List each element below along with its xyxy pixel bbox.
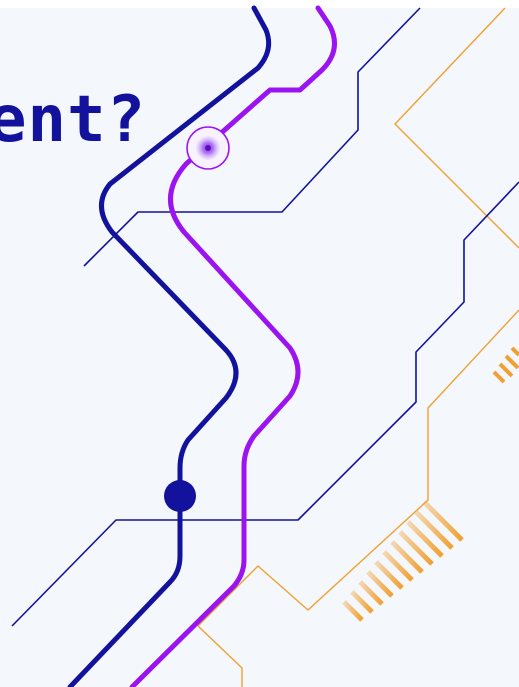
navy-trace-middle: [11, 181, 519, 627]
orange-hatch-marks-right: [492, 346, 519, 384]
hero-illustration: ent?: [0, 0, 519, 687]
purple-glow-node: [186, 126, 230, 170]
navy-trace-top: [83, 7, 421, 267]
orange-trace-upper: [394, 7, 519, 249]
navy-station-dot: [164, 480, 196, 512]
navy-traces: [11, 7, 519, 627]
purple-route-line: [129, 5, 337, 687]
circuit-lines-graphic: [11, 5, 519, 687]
